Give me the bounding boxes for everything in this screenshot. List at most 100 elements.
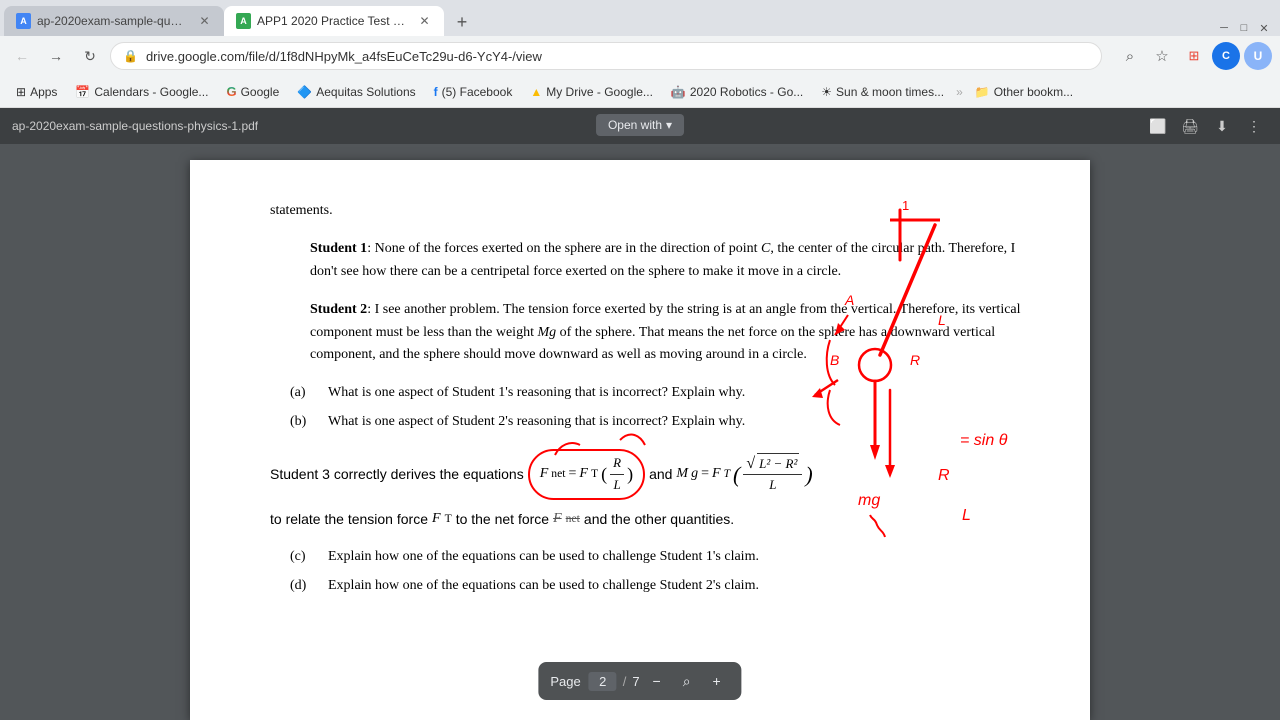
student2-block: Student 2: I see another problem. The te… <box>270 299 1030 366</box>
student1-block: Student 1: None of the forces exerted on… <box>270 238 1030 283</box>
page-separator: / <box>623 674 627 689</box>
sunmoon-label: Sun & moon times... <box>836 85 944 99</box>
page-label: Page <box>550 674 580 689</box>
bookmark-star-button[interactable]: ☆ <box>1148 42 1176 70</box>
qc-letter: (c) <box>290 546 320 568</box>
student3-suffix: to relate the tension force <box>270 508 428 530</box>
google-icon: G <box>226 84 236 99</box>
tab2-close[interactable]: ✕ <box>417 13 432 29</box>
equation-section: Student 3 correctly derives the equation… <box>270 449 1030 530</box>
question-d: (d) Explain how one of the equations can… <box>290 575 1030 597</box>
question-list-cd: (c) Explain how one of the equations can… <box>270 546 1030 597</box>
bookmark-aequitas[interactable]: 🔷 Aequitas Solutions <box>289 82 423 102</box>
pdf-toolbar: ap-2020exam-sample-questions-physics-1.p… <box>0 108 1280 144</box>
mydrive-label: My Drive - Google... <box>546 85 653 99</box>
aequitas-label: Aequitas Solutions <box>316 85 415 99</box>
bookmark-google[interactable]: G Google <box>218 81 287 102</box>
open-with-chevron: ▾ <box>666 118 672 132</box>
otherbookmarks-label: Other bookm... <box>994 85 1073 99</box>
zoom-fit-button[interactable]: ⌕ <box>674 668 700 694</box>
qc-text: Explain how one of the equations can be … <box>328 546 759 568</box>
question-list-ab: (a) What is one aspect of Student 1's re… <box>270 382 1030 433</box>
qb-letter: (b) <box>290 411 320 433</box>
student1-text: : None of the forces exerted on the sphe… <box>367 241 761 256</box>
student3-end2: and the other quantities. <box>584 508 734 530</box>
present-button[interactable]: ⬜ <box>1144 112 1172 140</box>
zoom-in-button[interactable]: + <box>704 668 730 694</box>
lock-icon: 🔒 <box>123 49 138 63</box>
aequitas-icon: 🔷 <box>297 85 312 99</box>
tab-1[interactable]: A ap-2020exam-sample-question... ✕ <box>4 6 224 36</box>
equation1: Fnet = FT ( R L ) <box>528 449 645 500</box>
tabs-bar: A ap-2020exam-sample-question... ✕ A APP… <box>0 0 1280 36</box>
student3-end: to the net force <box>456 508 549 530</box>
apps-icon: ⊞ <box>16 85 26 99</box>
facebook-icon: f <box>434 85 438 99</box>
toolbar-icons: ⌕ ☆ ⊞ C U <box>1116 42 1272 70</box>
calendars-label: Calendars - Google... <box>94 85 208 99</box>
student1-C: C <box>761 241 770 256</box>
download-button[interactable]: ⬇ <box>1208 112 1236 140</box>
qa-letter: (a) <box>290 382 320 404</box>
extension-button[interactable]: C <box>1212 42 1240 70</box>
pdf-viewer: ap-2020exam-sample-questions-physics-1.p… <box>0 108 1280 720</box>
bookmark-sunmoon[interactable]: ☀ Sun & moon times... <box>813 82 952 102</box>
bookmark-otherbookmarks[interactable]: 📁 Other bookm... <box>967 82 1081 102</box>
student1-label: Student 1 <box>310 241 367 256</box>
search-button[interactable]: ⌕ <box>1116 42 1144 70</box>
student2-Mg: Mg <box>537 325 556 340</box>
equation2: Mg = FT ( √L² − R² L ) <box>676 453 812 497</box>
forward-button[interactable]: → <box>42 42 70 70</box>
tab2-title: APP1 2020 Practice Test solution... <box>257 14 407 28</box>
address-bar-row: ← → ↻ 🔒 drive.google.com/file/d/1f8dNHpy… <box>0 36 1280 76</box>
qb-text: What is one aspect of Student 2's reason… <box>328 411 745 433</box>
question-c: (c) Explain how one of the equations can… <box>290 546 1030 568</box>
qa-text: What is one aspect of Student 1's reason… <box>328 382 745 404</box>
robotics-icon: 🤖 <box>671 85 686 99</box>
bookmark-mydrive[interactable]: ▲ My Drive - Google... <box>522 82 661 102</box>
bookmark-apps[interactable]: ⊞ Apps <box>8 82 65 102</box>
zoom-out-button[interactable]: − <box>644 668 670 694</box>
student3-mid: and <box>649 463 672 485</box>
print-button[interactable]: 🖨 <box>1176 112 1204 140</box>
bookmark-calendars[interactable]: 📅 Calendars - Google... <box>67 82 216 102</box>
mydrive-icon: ▲ <box>530 85 542 99</box>
pdf-filename: ap-2020exam-sample-questions-physics-1.p… <box>12 119 258 133</box>
page-total: 7 <box>632 674 639 689</box>
back-button[interactable]: ← <box>8 42 36 70</box>
tab1-title: ap-2020exam-sample-question... <box>37 14 187 28</box>
new-tab-button[interactable]: + <box>448 8 476 36</box>
question-b: (b) What is one aspect of Student 2's re… <box>290 411 1030 433</box>
student3-intro: Student 3 correctly derives the equation… <box>270 463 524 485</box>
robotics-label: 2020 Robotics - Go... <box>690 85 803 99</box>
page-input[interactable] <box>589 672 617 691</box>
bookmark-robotics[interactable]: 🤖 2020 Robotics - Go... <box>663 82 811 102</box>
calendars-icon: 📅 <box>75 85 90 99</box>
facebook-label: (5) Facebook <box>442 85 513 99</box>
close-button[interactable]: ✕ <box>1256 20 1272 36</box>
address-text: drive.google.com/file/d/1f8dNHpyMk_a4fsE… <box>146 49 1089 64</box>
maximize-button[interactable]: □ <box>1236 20 1252 36</box>
google-label: Google <box>241 85 280 99</box>
folder-icon: 📁 <box>975 85 990 99</box>
google-apps-button[interactable]: ⊞ <box>1180 42 1208 70</box>
profile-avatar[interactable]: U <box>1244 42 1272 70</box>
pdf-page: statements. Student 1: None of the force… <box>190 160 1090 720</box>
qd-letter: (d) <box>290 575 320 597</box>
tab-2[interactable]: A APP1 2020 Practice Test solution... ✕ <box>224 6 444 36</box>
truncated-statements: statements. <box>270 200 1030 222</box>
qd-text: Explain how one of the equations can be … <box>328 575 759 597</box>
reload-button[interactable]: ↻ <box>76 42 104 70</box>
address-bar[interactable]: 🔒 drive.google.com/file/d/1f8dNHpyMk_a4f… <box>110 42 1102 70</box>
bookmark-facebook[interactable]: f (5) Facebook <box>426 82 521 102</box>
open-with-button[interactable]: Open with ▾ <box>596 114 684 136</box>
minimize-button[interactable]: ─ <box>1216 20 1232 36</box>
tab2-favicon: A <box>236 13 251 29</box>
student2-label: Student 2 <box>310 302 367 317</box>
more-options-button[interactable]: ⋮ <box>1240 112 1268 140</box>
tab1-favicon: A <box>16 13 31 29</box>
apps-label: Apps <box>30 85 57 99</box>
open-with-label: Open with <box>608 118 662 132</box>
svg-text:= sin θ: = sin θ <box>960 432 1008 449</box>
tab1-close[interactable]: ✕ <box>197 13 212 29</box>
